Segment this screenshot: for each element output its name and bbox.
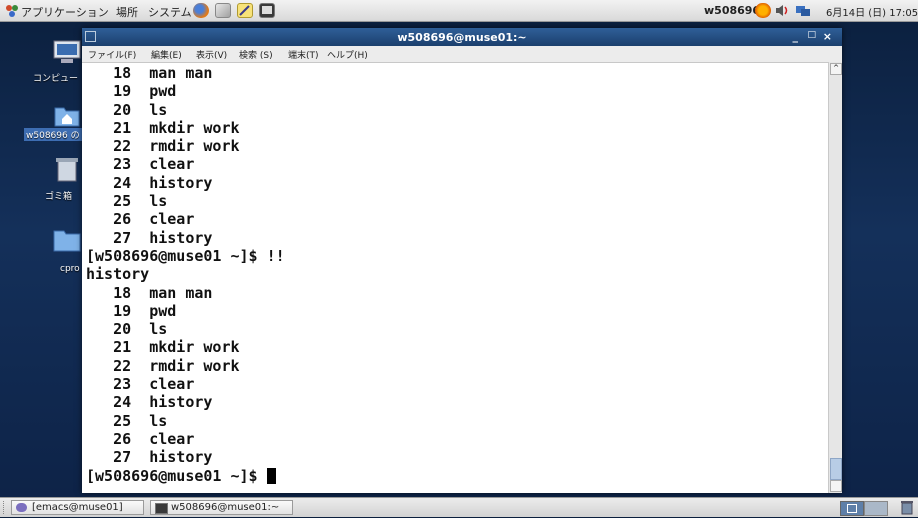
terminal-line: 18 man man bbox=[86, 283, 213, 302]
terminal-launcher-icon[interactable] bbox=[259, 3, 275, 18]
text-editor-launcher-icon[interactable] bbox=[237, 3, 253, 18]
close-icon[interactable]: × bbox=[823, 30, 832, 43]
applications-menu-icon[interactable] bbox=[4, 3, 20, 18]
terminal-line: 22 rmdir work bbox=[86, 137, 240, 156]
network-icon[interactable] bbox=[795, 3, 811, 18]
menu-edit[interactable]: 編集(E) bbox=[151, 48, 182, 61]
terminal-line: 20 ls bbox=[86, 100, 168, 119]
vertical-scrollbar[interactable]: ^ bbox=[828, 62, 842, 493]
clock[interactable]: 6月14日 (日) 17:05 bbox=[826, 4, 918, 19]
scrollbar-thumb[interactable] bbox=[830, 458, 842, 480]
username-label: w508696 bbox=[704, 4, 761, 17]
terminal-output[interactable]: 18 man man 19 pwd 20 ls 21 mkdir work 22… bbox=[86, 64, 826, 492]
terminal-line: 23 clear bbox=[86, 155, 195, 174]
desktop-icon-cpro[interactable]: cpro bbox=[0, 227, 82, 277]
menu-file[interactable]: ファイル(F) bbox=[88, 48, 136, 61]
computer-icon bbox=[52, 40, 82, 66]
terminal-line: 19 pwd bbox=[86, 82, 177, 101]
show-desktop-button[interactable] bbox=[3, 501, 8, 514]
menu-search[interactable]: 検索 (S) bbox=[239, 48, 273, 61]
workspace-switcher-2[interactable] bbox=[864, 501, 888, 516]
text-cursor bbox=[266, 467, 276, 484]
minimize-icon[interactable]: _ bbox=[793, 30, 799, 43]
desktop-icon-computer[interactable]: コンピュー bbox=[0, 40, 82, 90]
terminal-line: 22 rmdir work bbox=[86, 356, 240, 375]
home-folder-icon bbox=[52, 102, 82, 128]
taskbar-item-label: [emacs@muse01] bbox=[32, 502, 123, 513]
terminal-line: 18 man man bbox=[86, 64, 213, 82]
firefox-launcher-icon[interactable] bbox=[193, 3, 209, 18]
taskbar-item-label: w508696@muse01:~ bbox=[171, 502, 280, 513]
desktop-icon-trash[interactable]: ゴミ箱 bbox=[0, 157, 82, 207]
top-panel: アプリケーション 場所 システム w508696 6月14日 (日) 17:05 bbox=[0, 0, 918, 22]
applications-menu[interactable]: アプリケーション bbox=[21, 4, 109, 20]
emacs-icon bbox=[16, 503, 27, 512]
desktop-label-cpro: cpro bbox=[60, 264, 80, 274]
menu-help[interactable]: ヘルプ(H) bbox=[327, 48, 368, 61]
terminal-line: 24 history bbox=[86, 173, 213, 192]
trash-applet-icon[interactable] bbox=[900, 500, 914, 515]
scroll-up-arrow-icon[interactable]: ^ bbox=[830, 63, 842, 75]
terminal-line: 21 mkdir work bbox=[86, 118, 240, 137]
menu-terminal[interactable]: 端末(T) bbox=[288, 48, 319, 61]
maximize-icon[interactable]: □ bbox=[807, 30, 816, 40]
workspace-switcher-1[interactable] bbox=[840, 501, 864, 516]
bottom-panel: [emacs@muse01] w508696@muse01:~ bbox=[0, 497, 918, 517]
terminal-line: [w508696@muse01 ~]$ !! bbox=[86, 246, 285, 265]
update-notifier-icon[interactable] bbox=[755, 3, 771, 18]
volume-icon[interactable] bbox=[774, 3, 790, 18]
terminal-window[interactable]: w508696@muse01:~ _ □ × ファイル(F) 編集(E) 表示(… bbox=[82, 28, 842, 493]
window-titlebar[interactable]: w508696@muse01:~ _ □ × bbox=[82, 28, 842, 46]
terminal-line: 21 mkdir work bbox=[86, 338, 240, 357]
prompt-line[interactable]: [w508696@muse01 ~]$ bbox=[86, 467, 826, 485]
taskbar-item-terminal[interactable]: w508696@muse01:~ bbox=[150, 500, 293, 515]
terminal-icon bbox=[155, 503, 168, 514]
system-menu[interactable]: システム bbox=[148, 4, 192, 20]
terminal-line: 26 clear bbox=[86, 210, 195, 229]
window-title: w508696@muse01:~ bbox=[397, 31, 527, 44]
terminal-line: history bbox=[86, 265, 150, 284]
desktop-label-home: w508696 の bbox=[24, 128, 82, 141]
desktop-label-computer: コンピュー bbox=[33, 74, 79, 84]
menu-bar: ファイル(F) 編集(E) 表示(V) 検索 (S) 端末(T) ヘルプ(H) bbox=[82, 46, 842, 63]
terminal-line: 19 pwd bbox=[86, 301, 177, 320]
terminal-line: 23 clear bbox=[86, 375, 195, 394]
mail-launcher-icon[interactable] bbox=[215, 3, 231, 18]
terminal-line: 27 history bbox=[86, 448, 213, 467]
scroll-down-arrow-icon[interactable] bbox=[830, 480, 842, 492]
terminal-line: 26 clear bbox=[86, 429, 195, 448]
terminal-line: 25 ls bbox=[86, 411, 168, 430]
terminal-line: 25 ls bbox=[86, 192, 168, 211]
desktop-label-trash: ゴミ箱 bbox=[45, 192, 73, 202]
desktop-icon-home[interactable]: w508696 の bbox=[0, 102, 82, 152]
trash-icon bbox=[52, 157, 82, 183]
menu-view[interactable]: 表示(V) bbox=[196, 48, 227, 61]
places-menu[interactable]: 場所 bbox=[116, 4, 138, 20]
workspace-window-icon bbox=[847, 504, 857, 513]
terminal-line: 27 history bbox=[86, 228, 213, 247]
terminal-line: 24 history bbox=[86, 393, 213, 412]
shell-prompt: [w508696@muse01 ~]$ bbox=[86, 466, 267, 485]
folder-icon bbox=[52, 227, 82, 253]
taskbar-item-emacs[interactable]: [emacs@muse01] bbox=[11, 500, 144, 515]
terminal-line: 20 ls bbox=[86, 320, 168, 339]
